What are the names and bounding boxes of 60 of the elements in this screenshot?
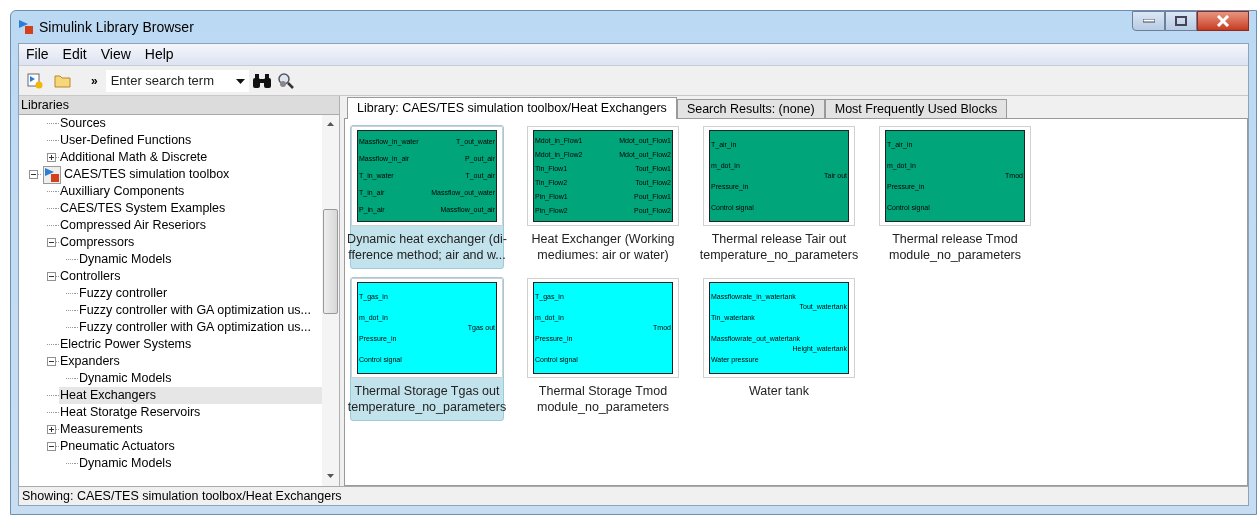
tree-item[interactable]: Sources [59,115,107,132]
tree-item[interactable]: Auxilliary Components [59,183,186,200]
tree-item[interactable]: User-Defined Functions [59,132,193,149]
tree-item[interactable]: Additional Math & Discrete [59,149,209,166]
expand-icon[interactable] [47,153,56,162]
expand-icon[interactable] [47,425,56,434]
block-caption: Thermal release Tmod module_no_parameters [889,231,1021,264]
tab[interactable]: Library: CAES/TES simulation toolbox/Heat Exchangers [347,97,677,119]
overflow-button[interactable]: » [91,71,98,90]
dropdown-caret-icon[interactable] [235,78,245,84]
tree-item[interactable]: Fuzzy controller with GA optimization us... [78,302,313,319]
collapse-icon[interactable] [47,272,56,281]
tree-item[interactable]: Dynamic Models [78,455,173,472]
tree-item[interactable]: Controllers [59,268,122,285]
menu-item[interactable]: File [26,44,49,65]
tree-item[interactable]: Fuzzy controller with GA optimization us... [78,319,313,336]
collapse-icon[interactable] [47,357,56,366]
minimize-icon [1142,19,1155,23]
block-caption: Thermal release Tair out temperature_no_parameters [699,231,859,264]
collapse-icon[interactable] [47,238,56,247]
close-button[interactable] [1197,11,1249,31]
tab[interactable]: Search Results: (none) [676,99,825,118]
tree-item[interactable]: Expanders [59,353,121,370]
block-caption: Thermal Storage Tgas out temperature_no_parameters [347,383,507,416]
block-caption: Dynamic heat exchanger (di- fference method; air and w... [347,231,507,264]
app-icon [18,19,34,35]
pane-header: Libraries [19,96,339,115]
tree-item[interactable]: Heat Storatge Reservoirs [59,404,202,421]
maximize-icon [1175,16,1187,26]
tree-item[interactable]: Heat Exchangers [59,387,322,404]
block-caption: Heat Exchanger (Working mediumes: air or water) [531,231,675,264]
binoculars-icon[interactable] [251,72,272,89]
tree-item[interactable]: Measurements [59,421,144,438]
tree-item[interactable]: CAES/TES simulation toolbox [63,166,231,183]
menu-item[interactable]: Edit [62,44,87,65]
tree-item[interactable]: Dynamic Models [78,370,173,387]
search-options-icon[interactable] [276,71,295,90]
maximize-button[interactable] [1165,11,1197,31]
tree-item[interactable]: Dynamic Models [78,251,173,268]
search-field[interactable]: Enter search term [105,69,249,92]
minimize-button[interactable] [1132,11,1165,31]
tree-item[interactable]: Pneumatic Actuators [59,438,176,455]
tree-item[interactable]: Compressors [59,234,136,251]
menu-item[interactable]: View [100,44,131,65]
new-model-icon[interactable] [27,72,43,89]
scrollbar[interactable] [322,115,339,486]
window-title: Simulink Library Browser [39,17,194,37]
library-icon [44,166,60,183]
tree-item[interactable]: Compressed Air Reseriors [59,217,207,234]
collapse-icon[interactable] [29,170,38,179]
menu-item[interactable]: Help [144,44,174,65]
tree-item[interactable]: CAES/TES System Examples [59,200,227,217]
block-caption: Thermal Storage Tmod module_no_parameters [537,383,669,416]
tab[interactable]: Most Frequently Used Blocks [824,99,1008,118]
status-bar: Showing: CAES/TES simulation toolbox/Heat Exchangers [19,486,1248,505]
collapse-icon[interactable] [47,442,56,451]
tree-item[interactable]: Fuzzy controller [78,285,169,302]
tree-item[interactable]: Electric Power Systems [59,336,193,353]
block-caption: Water tank [749,383,809,400]
close-icon [1216,15,1230,27]
